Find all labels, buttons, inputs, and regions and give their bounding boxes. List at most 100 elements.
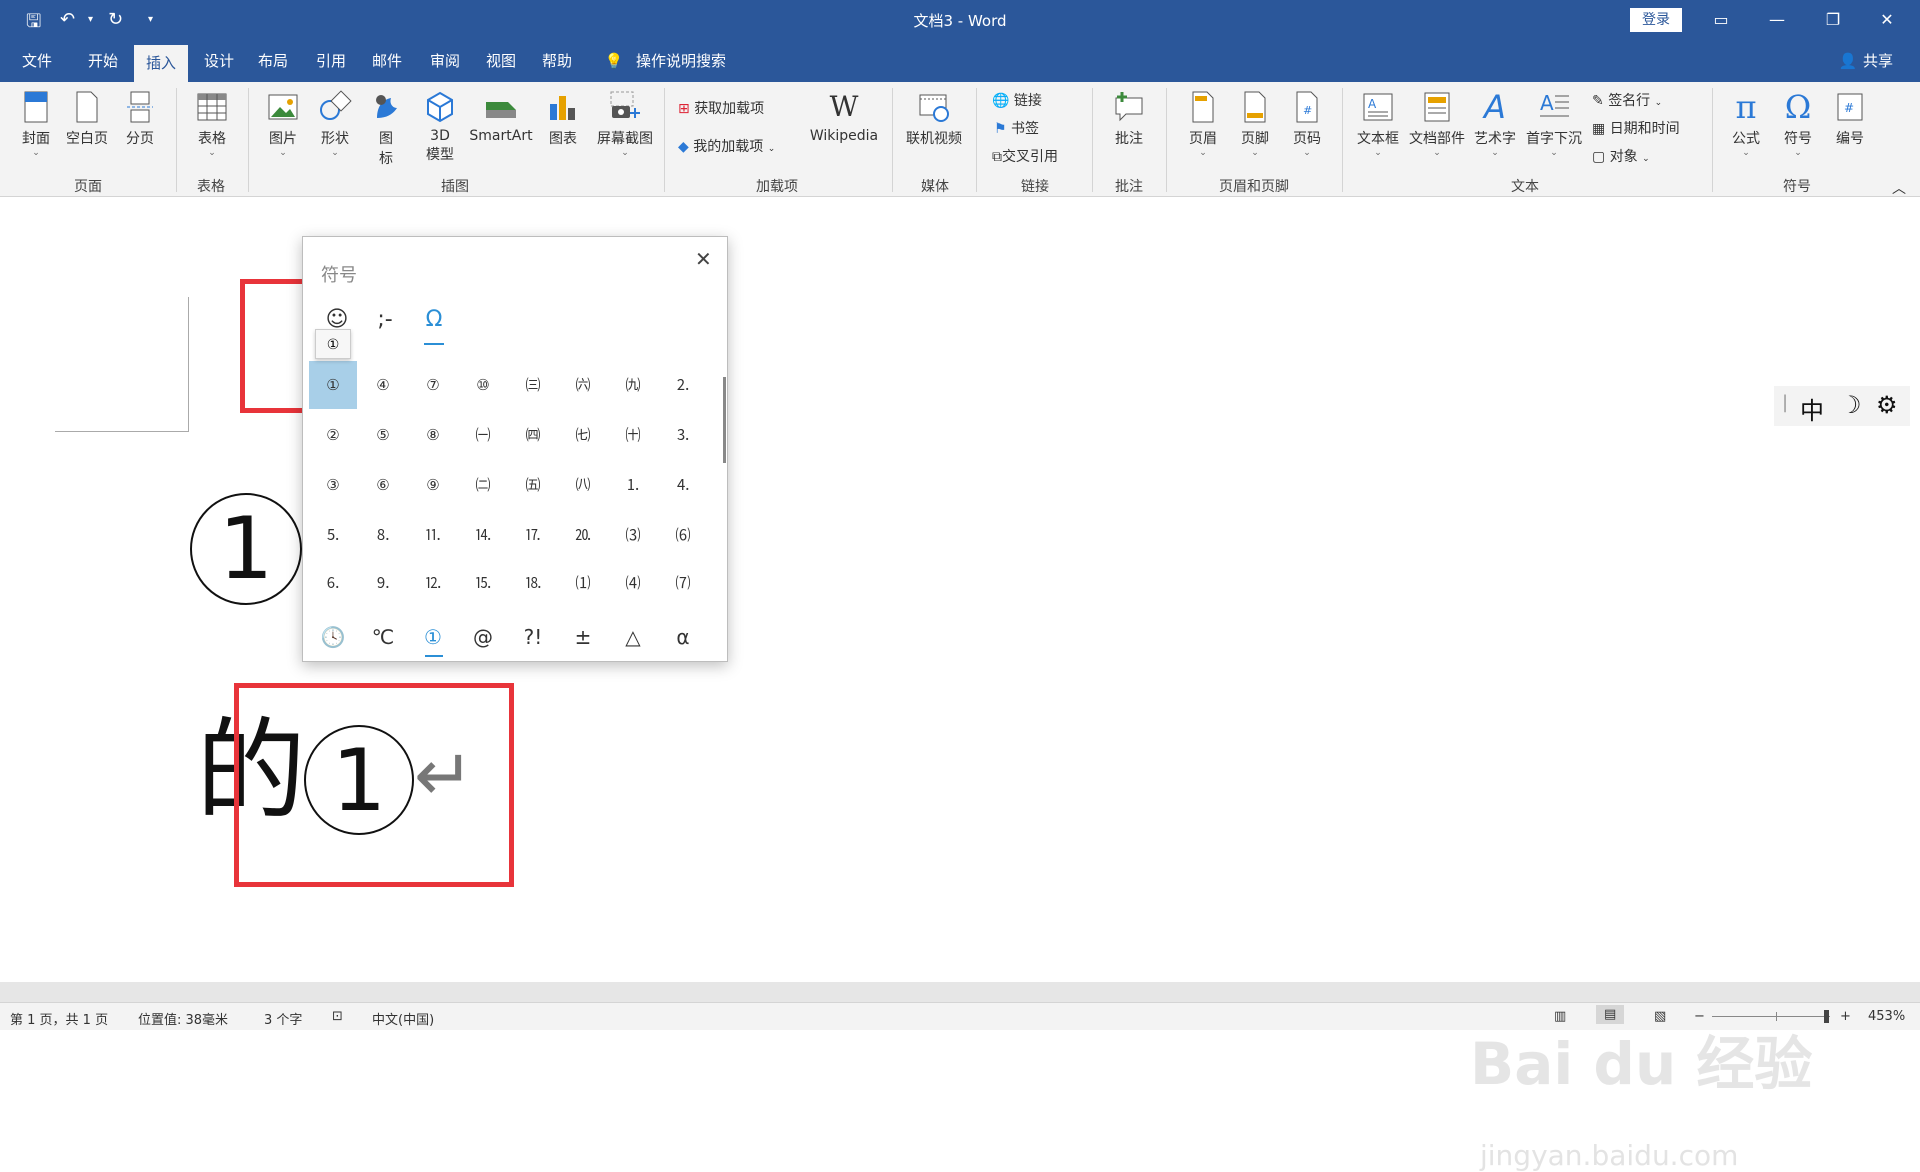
get-addins-button[interactable]: ⊞ 获取加载项 [678, 98, 764, 118]
tab-layout[interactable]: 布局 [250, 40, 296, 82]
zoom-in-icon[interactable]: + [1840, 1009, 1851, 1024]
close-icon[interactable]: ✕ [1872, 6, 1902, 34]
alpha-icon[interactable]: α [659, 613, 707, 661]
share-button[interactable]: 共享 [1860, 40, 1896, 82]
symbol-cell[interactable]: ⒕ [459, 511, 507, 559]
panel-close-icon[interactable]: ✕ [695, 247, 712, 271]
page-count[interactable]: 第 1 页，共 1 页 [10, 1009, 108, 1028]
chart-button[interactable]: 图表 [542, 90, 584, 148]
symbol-cell[interactable]: ⑥ [359, 461, 407, 509]
symbol-cell[interactable]: ㈩ [609, 411, 657, 459]
equation-button[interactable]: π 公式 ⌄ [1722, 90, 1770, 158]
symbol-cell[interactable]: ⑷ [609, 559, 657, 607]
symbol-cell[interactable]: ② [309, 411, 357, 459]
tab-home[interactable]: 开始 [80, 40, 126, 82]
my-addins-button[interactable]: ◆ 我的加载项 ⌄ [678, 136, 775, 156]
plus-minus-icon[interactable]: ± [559, 613, 607, 661]
word-count[interactable]: 3 个字 [264, 1009, 302, 1028]
symbol-cell[interactable]: ㈡ [459, 461, 507, 509]
symbol-cell[interactable]: ① [309, 361, 357, 409]
table-button[interactable]: 表格 ⌄ [188, 90, 236, 158]
symbol-cell[interactable]: ⑤ [359, 411, 407, 459]
kaomoji-category-icon[interactable]: ;- [365, 307, 405, 332]
symbol-cell[interactable]: ⒍ [309, 559, 357, 607]
cross-reference-button[interactable]: ⧉交叉引用 [992, 146, 1058, 166]
symbol-cell[interactable]: ㈨ [609, 361, 657, 409]
wordart-button[interactable]: A 艺术字 ⌄ [1470, 90, 1520, 158]
tab-design[interactable]: 设计 [196, 40, 242, 82]
symbol-cell[interactable]: ⒖ [459, 559, 507, 607]
read-mode-icon[interactable]: ▥ [1554, 1009, 1566, 1024]
symbol-cell[interactable]: ㈠ [459, 411, 507, 459]
symbol-cell[interactable]: ⒉ [659, 361, 707, 409]
collapse-ribbon-icon[interactable]: ︿ [1892, 178, 1906, 198]
symbol-cell[interactable]: ⒙ [509, 559, 557, 607]
3d-models-button[interactable]: 3D 模型 [418, 90, 462, 164]
tab-file[interactable]: 文件 [14, 40, 60, 82]
symbol-cell[interactable]: ㈤ [509, 461, 557, 509]
tab-mailings[interactable]: 邮件 [364, 40, 410, 82]
symbol-cell[interactable]: ⑩ [459, 361, 507, 409]
icons-button[interactable]: 图标 [366, 90, 406, 168]
symbol-cell[interactable]: ⑴ [559, 559, 607, 607]
tab-references[interactable]: 引用 [308, 40, 354, 82]
punctuation-icon[interactable]: ?! [509, 613, 557, 661]
cover-page-button[interactable]: 封面 ⌄ [14, 90, 58, 158]
header-button[interactable]: 页眉 ⌄ [1180, 90, 1226, 158]
pictures-button[interactable]: 图片 ⌄ [260, 90, 306, 158]
link-button[interactable]: 🌐 链接 [992, 90, 1042, 110]
symbol-cell[interactable]: ⒛ [559, 511, 607, 559]
symbol-cell[interactable]: ⒒ [409, 511, 457, 559]
drop-cap-button[interactable]: A 首字下沉 ⌄ [1522, 90, 1586, 158]
restore-icon[interactable]: ❐ [1818, 6, 1848, 34]
tab-help[interactable]: 帮助 [534, 40, 580, 82]
symbol-button[interactable]: Ω 符号 ⌄ [1774, 90, 1822, 158]
number-button[interactable]: # 编号 [1826, 90, 1874, 148]
tab-view[interactable]: 视图 [478, 40, 524, 82]
symbol-cell[interactable]: ⑹ [659, 511, 707, 559]
symbol-cell[interactable]: ⒓ [409, 559, 457, 607]
print-layout-icon[interactable]: ▤ [1596, 1005, 1625, 1024]
enclosed-numbers-icon[interactable]: ① [409, 613, 457, 661]
symbol-cell[interactable]: ㈢ [509, 361, 557, 409]
quick-parts-button[interactable]: 文档部件 ⌄ [1406, 90, 1468, 158]
comment-button[interactable]: 批注 [1104, 90, 1154, 148]
tell-me-search[interactable]: 操作说明搜索 [636, 40, 756, 82]
smartart-button[interactable]: SmartArt [466, 90, 536, 144]
web-layout-icon[interactable]: ▧ [1654, 1009, 1666, 1024]
page-number-button[interactable]: # 页码 ⌄ [1284, 90, 1330, 158]
symbol-cell[interactable]: ⒌ [309, 511, 357, 559]
symbol-cell[interactable]: ⑦ [409, 361, 457, 409]
at-icon[interactable]: @ [459, 613, 507, 661]
symbol-cell[interactable]: ③ [309, 461, 357, 509]
ribbon-display-icon[interactable]: ▭ [1706, 6, 1736, 34]
proofing-icon[interactable]: ⊡ [332, 1009, 343, 1024]
page-break-button[interactable]: 分页 [118, 90, 162, 148]
document-area[interactable]: 1 的 1 ↵ Bai du 经验 jingyan.baidu.com [0, 197, 1920, 1172]
wikipedia-button[interactable]: W Wikipedia [804, 90, 884, 144]
ime-mode-button[interactable]: 中 [1800, 391, 1824, 426]
tab-review[interactable]: 审阅 [422, 40, 468, 82]
triangle-icon[interactable]: △ [609, 613, 657, 661]
shapes-button[interactable]: 形状 ⌄ [312, 90, 358, 158]
object-button[interactable]: ▢ 对象 ⌄ [1592, 146, 1650, 166]
textbox-button[interactable]: A 文本框 ⌄ [1352, 90, 1404, 158]
blank-page-button[interactable]: 空白页 [62, 90, 112, 148]
zoom-out-icon[interactable]: − [1694, 1009, 1705, 1024]
zoom-slider-thumb[interactable] [1824, 1010, 1829, 1023]
symbol-cell[interactable]: ⑶ [609, 511, 657, 559]
symbol-cell[interactable]: ㈧ [559, 461, 607, 509]
symbol-cell[interactable]: ㈣ [509, 411, 557, 459]
symbol-grid-scrollbar[interactable] [723, 377, 726, 463]
symbol-cell[interactable]: ⒊ [659, 411, 707, 459]
gear-icon[interactable]: ⚙ [1876, 391, 1898, 419]
zoom-slider-track[interactable] [1712, 1016, 1830, 1017]
symbol-cell[interactable]: ㈦ [559, 411, 607, 459]
tab-insert[interactable]: 插入 [134, 45, 188, 82]
symbol-cell[interactable]: ⒈ [609, 461, 657, 509]
bookmark-button[interactable]: ⚑ 书签 [994, 118, 1039, 138]
zoom-level[interactable]: 453% [1868, 1009, 1905, 1024]
symbol-cell[interactable]: ⑧ [409, 411, 457, 459]
symbol-cell[interactable]: ⒏ [359, 511, 407, 559]
symbol-cell[interactable]: ⑨ [409, 461, 457, 509]
